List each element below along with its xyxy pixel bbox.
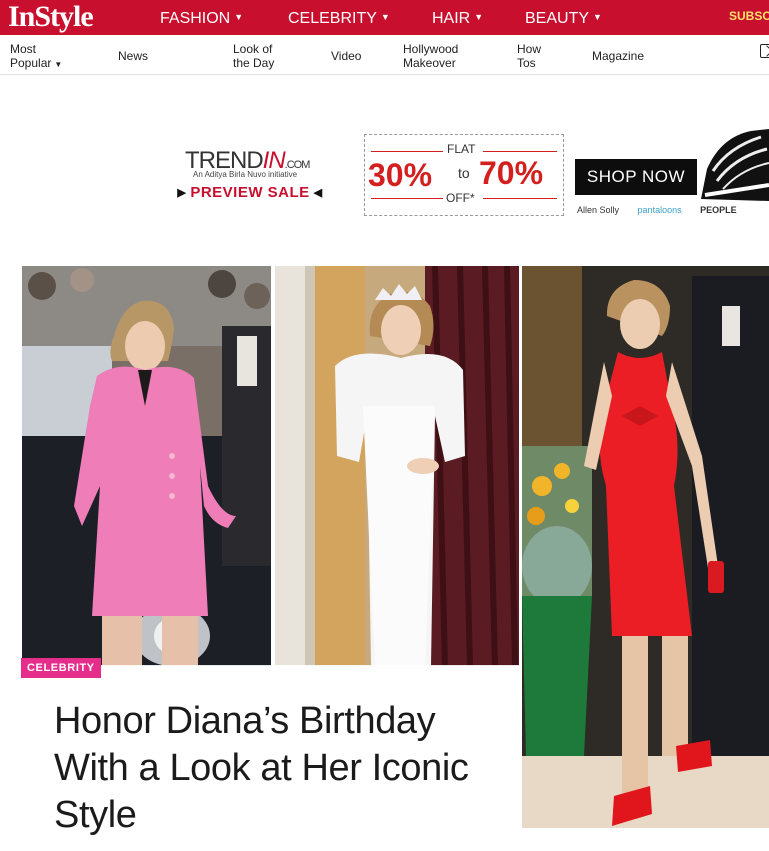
subnav-news[interactable]: News	[118, 49, 148, 63]
shop-now-button[interactable]: SHOP NOW	[575, 159, 697, 195]
divider	[483, 151, 557, 152]
flat-label: FLAT	[447, 142, 476, 156]
advertisement-banner[interactable]: TRENDIN.COM An Aditya Birla Nuvo initiat…	[163, 129, 769, 221]
external-link-icon[interactable]	[760, 44, 769, 58]
chevron-down-icon: ▼	[474, 12, 484, 22]
nav-beauty[interactable]: BEAUTY ▼	[525, 0, 602, 35]
hero-photo-pink-suit[interactable]	[22, 266, 271, 666]
chevron-down-icon: ▼	[54, 60, 63, 69]
subnav-how-tos[interactable]: How Tos	[517, 42, 541, 70]
photo-pink-suit	[22, 266, 271, 666]
subnav-most-popular[interactable]: Most Popular ▼	[10, 42, 62, 72]
off-label: OFF*	[446, 191, 475, 205]
nav-celebrity[interactable]: CELEBRITY ▼	[288, 0, 390, 35]
nav-hair[interactable]: HAIR ▼	[432, 0, 483, 35]
chevron-down-icon: ▼	[593, 12, 602, 22]
chevron-down-icon: ▼	[234, 12, 244, 22]
discount-low: 30%	[368, 157, 433, 193]
subnav-hollywood-makeover[interactable]: Hollywood Makeover	[403, 42, 458, 70]
instyle-logo[interactable]: InStyle	[8, 0, 94, 35]
to-label: to	[458, 165, 470, 181]
brand-logos: Allen Solly pantaloons PEOPLE	[577, 205, 753, 219]
chevron-down-icon: ▼	[380, 12, 390, 22]
subnav-video[interactable]: Video	[331, 49, 361, 63]
discount-offer-box: FLAT 30% to 70% OFF*	[364, 134, 564, 216]
divider	[371, 151, 443, 152]
divider	[371, 198, 443, 199]
hero-photo-red-dress[interactable]	[522, 266, 769, 828]
divider	[483, 198, 557, 199]
subscribe-link[interactable]: SUBSC	[729, 0, 769, 35]
preview-sale-text: PREVIEW SALE	[163, 184, 337, 201]
ad-tagline: An Aditya Birla Nuvo initiative	[193, 170, 298, 179]
article-headline[interactable]: Honor Diana’s Birthday With a Look at He…	[54, 698, 504, 839]
discount-high: 70%	[479, 155, 544, 191]
subnav-most-popular-label: Most Popular	[10, 42, 52, 70]
brand-allen-solly: Allen Solly	[577, 205, 620, 215]
brand-people: PEOPLE	[700, 205, 737, 215]
hero-photo-white-gown[interactable]	[275, 266, 519, 666]
shoe-image	[701, 129, 769, 201]
secondary-nav-bar: Most Popular ▼ News Look of the Day Video…	[0, 35, 769, 75]
nav-fashion[interactable]: FASHION ▼	[160, 0, 243, 35]
nav-hair-label: HAIR	[432, 10, 471, 27]
nav-fashion-label: FASHION	[160, 10, 231, 27]
photo-red-dress	[522, 266, 769, 828]
top-nav-bar: InStyle FASHION ▼ CELEBRITY ▼ HAIR ▼ BEAUTY…	[0, 0, 769, 35]
nav-beauty-label: BEAUTY	[525, 10, 590, 27]
subnav-magazine[interactable]: Magazine	[592, 49, 644, 63]
category-tag[interactable]: CELEBRITY	[21, 658, 101, 678]
photo-white-gown	[275, 266, 519, 666]
brand-pantaloons: pantaloons	[637, 205, 682, 215]
nav-celebrity-label: CELEBRITY	[288, 10, 377, 27]
subnav-look-of-the-day[interactable]: Look of the Day	[233, 42, 274, 70]
